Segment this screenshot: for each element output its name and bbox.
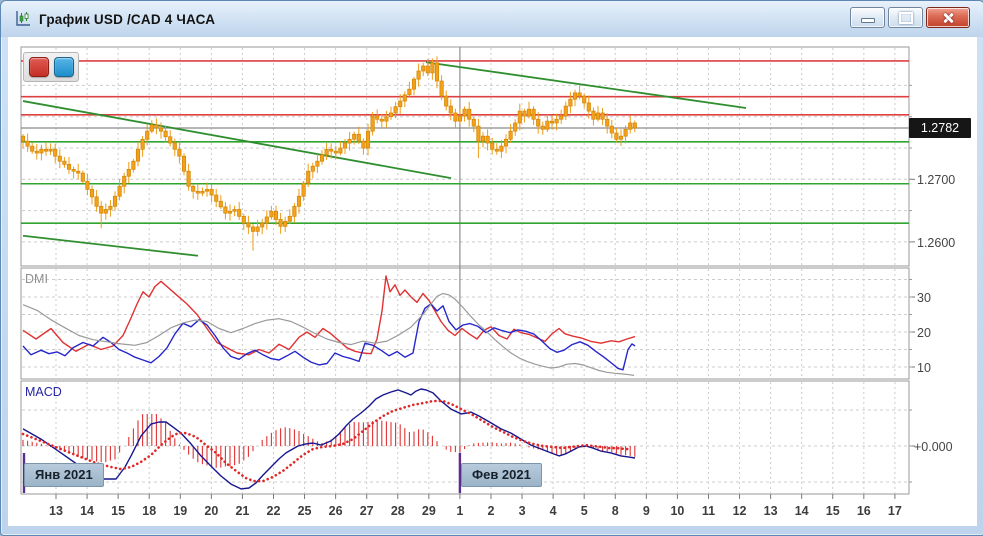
month-badge-jan: Янв 2021 [24, 463, 104, 487]
month-badge-feb: Фев 2021 [461, 463, 542, 487]
candlestick-chart-icon [13, 9, 33, 29]
window-title: График USD /CAD 4 ЧАСА [39, 12, 215, 27]
minimize-icon [861, 18, 875, 23]
restore-icon [899, 12, 913, 24]
blue-square-button[interactable] [54, 57, 74, 77]
restore-button[interactable] [888, 7, 923, 28]
chart-content [8, 37, 977, 526]
close-icon [942, 12, 954, 24]
titlebar[interactable]: График USD /CAD 4 ЧАСА [1, 1, 983, 37]
chart-mini-toolbar [23, 52, 79, 82]
red-square-button[interactable] [29, 57, 49, 77]
current-price-tag: 1.2782 [909, 118, 971, 138]
minimize-button[interactable] [850, 7, 885, 28]
close-button[interactable] [926, 7, 970, 28]
app-window: График USD /CAD 4 ЧАСА 13141518192021222… [0, 0, 983, 536]
